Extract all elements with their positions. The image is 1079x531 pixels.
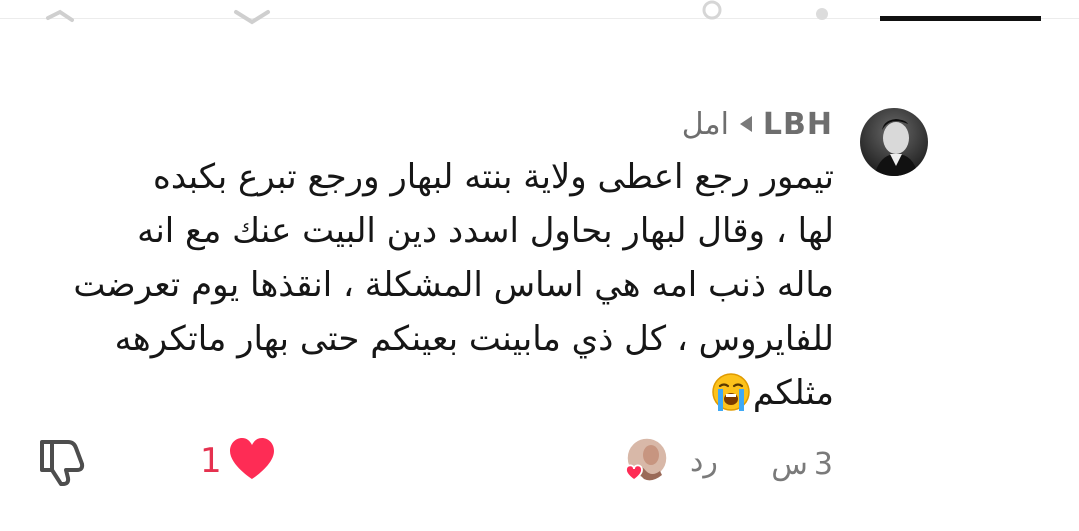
- comment-line: للفايروس ، كل ذي مابينت بعينكم حتى بهار …: [114, 319, 834, 359]
- comment-line: ماله ذنب امه هي اساس المشكلة ، انقذها يو…: [73, 265, 834, 305]
- reply-button[interactable]: رد: [690, 444, 718, 479]
- dislike-icon: [40, 440, 85, 486]
- comment-timestamp: 3 س: [771, 444, 833, 484]
- dislike-button[interactable]: [36, 436, 88, 490]
- like-count: 1: [200, 441, 222, 481]
- comment-line: مثلكم: [752, 373, 834, 413]
- user-avatar[interactable]: [860, 108, 928, 176]
- time-unit: س: [771, 446, 808, 482]
- reply-arrow-icon: [739, 115, 753, 133]
- faded-icons-previous-item: [46, 0, 828, 25]
- like-control[interactable]: 1: [200, 436, 276, 486]
- comment-last-line: مثلكم: [40, 366, 834, 428]
- creator-liked-badge[interactable]: [622, 437, 668, 483]
- comment-text: تيمور رجع اعطى ولاية بنته لبهار ورجع تبر…: [40, 150, 834, 428]
- comment-screen: LBH امل تيمور رجع اعطى ولاية بنته لبهار …: [0, 0, 1079, 531]
- crying-emoji-icon: [711, 372, 751, 428]
- comment-line: تيمور رجع اعطى ولاية بنته لبهار ورجع تبر…: [153, 157, 834, 197]
- avatar-image: [860, 108, 928, 176]
- username[interactable]: LBH: [763, 107, 833, 142]
- reply-to-username[interactable]: امل: [682, 107, 729, 142]
- liker-avatar-image: [625, 437, 668, 482]
- time-value: 3: [813, 446, 833, 482]
- comment-header: LBH امل: [682, 104, 833, 144]
- comment-line: لها ، وقال لبهار بحاول اسدد دين البيت عن…: [137, 211, 834, 251]
- heart-icon[interactable]: [228, 437, 276, 485]
